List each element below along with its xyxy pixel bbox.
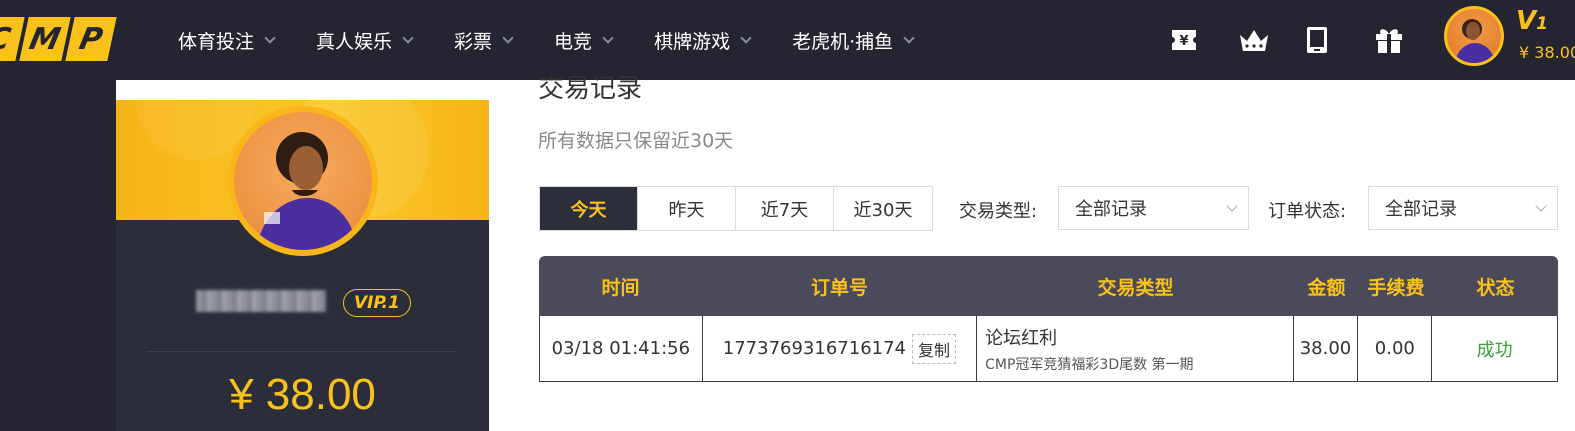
profile-balance: ¥ 38.00 [229, 370, 376, 419]
transaction-type-select[interactable]: 全部记录 [1058, 186, 1249, 230]
ticket-icon[interactable]: ¥ [1170, 24, 1238, 56]
chevron-down-icon [502, 31, 514, 44]
nav-item-esports[interactable]: 电竞 [554, 27, 614, 54]
logo-letter: P [65, 17, 117, 61]
tab-yesterday[interactable]: 昨天 [638, 187, 736, 230]
chevron-down-icon [602, 31, 614, 44]
nav-label: 彩票 [454, 30, 493, 53]
logo[interactable]: C M P [0, 17, 117, 61]
chevron-down-icon [1226, 200, 1238, 212]
vip-level-number: 1 [1536, 14, 1548, 34]
page-title: 交易记录 [538, 76, 643, 102]
order-status-label: 订单状态: [1268, 201, 1347, 222]
user-avatar[interactable] [1444, 6, 1504, 66]
profile-card: VIP.1 ¥ 38.00 [116, 100, 489, 431]
top-navbar: C M P 体育投注 真人娱乐 彩票 电竞 棋牌游戏 老虎机·捕鱼 ¥ V1 ¥… [0, 0, 1575, 80]
nav-label: 棋牌游戏 [654, 30, 731, 53]
column-header-amount: 金额 [1307, 276, 1346, 299]
column-header-status: 状态 [1476, 276, 1515, 299]
logo-letter: M [19, 17, 71, 61]
profile-avatar[interactable] [228, 106, 378, 256]
chevron-down-icon [740, 31, 752, 44]
nav-label: 老虎机·捕鱼 [792, 30, 894, 53]
order-number: 1773769316716174 [722, 338, 906, 359]
main-nav: 体育投注 真人娱乐 彩票 电竞 棋牌游戏 老虎机·捕鱼 [178, 0, 955, 80]
chevron-down-icon [903, 31, 915, 44]
page-subtitle: 所有数据只保留近30天 [538, 130, 734, 152]
svg-text:¥: ¥ [1179, 34, 1188, 49]
nav-item-card-games[interactable]: 棋牌游戏 [654, 27, 752, 54]
nav-item-sports[interactable]: 体育投注 [178, 27, 276, 54]
column-header-fee: 手续费 [1367, 276, 1425, 299]
cell-order-no: 1773769316716174 复制 [703, 316, 978, 381]
table-header: 时间 订单号 交易类型 金额 手续费 状态 [539, 256, 1558, 316]
divider [146, 351, 456, 352]
cell-status: 成功 [1476, 339, 1513, 361]
nav-label: 真人娱乐 [316, 30, 393, 53]
crown-icon[interactable] [1238, 24, 1306, 56]
copy-button[interactable]: 复制 [912, 333, 957, 364]
header-balance: ¥ 38.00 [1519, 43, 1575, 62]
nav-label: 电竞 [554, 30, 593, 53]
username-blurred [196, 290, 326, 312]
type-sub: CMP冠军竞猜福彩3D尾数 第一期 [985, 356, 1194, 373]
date-range-tabs: 今天 昨天 近7天 近30天 [539, 186, 933, 231]
chevron-down-icon [1535, 200, 1547, 212]
table-row: 03/18 01:41:56 1773769316716174 复制 论坛红利 … [539, 316, 1558, 382]
cell-time: 03/18 01:41:56 [540, 316, 703, 381]
left-background [0, 80, 116, 431]
column-header-time: 时间 [601, 276, 640, 299]
column-header-order-no: 订单号 [810, 276, 868, 299]
vip-level-letter: V [1516, 6, 1537, 36]
chevron-down-icon [264, 31, 276, 44]
tab-last-30-days[interactable]: 近30天 [834, 187, 932, 230]
order-status-value: 全部记录 [1385, 199, 1457, 220]
nav-label: 体育投注 [178, 30, 255, 53]
chevron-down-icon [402, 31, 414, 44]
transaction-type-label: 交易类型: [959, 201, 1038, 222]
nav-item-lottery[interactable]: 彩票 [454, 27, 514, 54]
vip-level-indicator: V1 [1516, 6, 1548, 36]
cell-amount: 38.00 [1294, 316, 1359, 381]
top-icons: ¥ [1170, 24, 1442, 56]
nav-item-slots-fishing[interactable]: 老虎机·捕鱼 [792, 27, 915, 54]
vip-badge: VIP.1 [343, 289, 411, 317]
cell-type: 论坛红利 CMP冠军竞猜福彩3D尾数 第一期 [977, 316, 1294, 381]
cell-fee: 0.00 [1358, 316, 1433, 381]
order-status-select[interactable]: 全部记录 [1368, 186, 1558, 230]
nav-item-live-casino[interactable]: 真人娱乐 [316, 27, 414, 54]
type-main: 论坛红利 [985, 327, 1058, 349]
transaction-type-value: 全部记录 [1075, 199, 1147, 220]
tab-today[interactable]: 今天 [540, 187, 638, 230]
column-header-type: 交易类型 [1097, 276, 1174, 299]
tablet-icon[interactable] [1306, 24, 1374, 56]
tab-last-7-days[interactable]: 近7天 [736, 187, 834, 230]
transactions-table: 时间 订单号 交易类型 金额 手续费 状态 03/18 01:41:56 177… [539, 256, 1558, 382]
gift-icon[interactable] [1374, 24, 1442, 56]
